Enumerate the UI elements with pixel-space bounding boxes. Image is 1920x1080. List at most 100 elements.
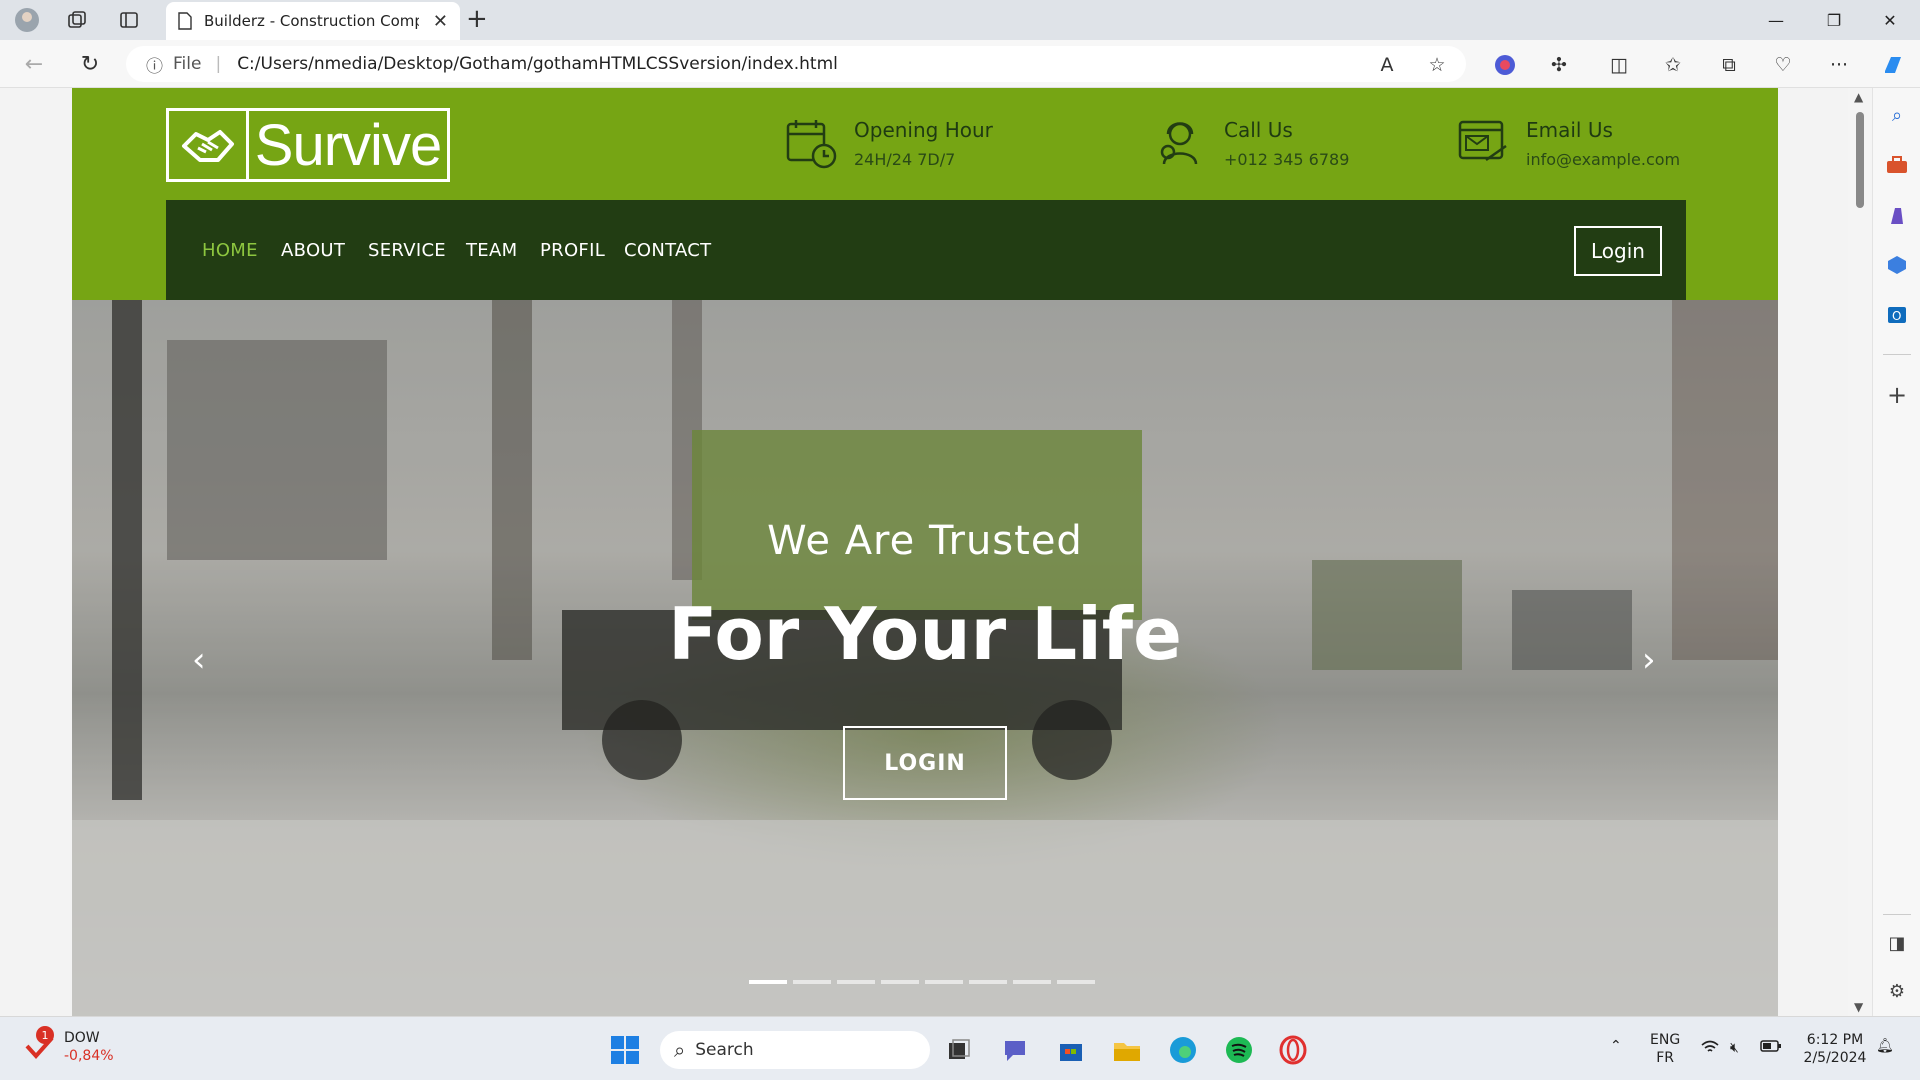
nav-contact[interactable]: CONTACT xyxy=(624,240,711,261)
close-window-icon[interactable]: ✕ xyxy=(1862,0,1918,40)
tools-icon[interactable] xyxy=(1882,150,1912,180)
scroll-thumb[interactable] xyxy=(1856,112,1864,208)
hero-login-button[interactable]: LOGIN xyxy=(843,726,1007,800)
hide-sidebar-icon[interactable]: ◨ xyxy=(1882,928,1912,958)
opera-icon[interactable] xyxy=(1276,1033,1310,1067)
back-icon[interactable]: ← xyxy=(18,48,50,80)
tab-bar: Builderz - Construction Company ✕ + — ❐ … xyxy=(0,0,1920,40)
microsoft-store-icon[interactable] xyxy=(1054,1033,1088,1067)
site-header: Survive Opening Hour 24H/24 7D/7 Call Us… xyxy=(72,88,1778,300)
spotify-icon[interactable] xyxy=(1222,1033,1256,1067)
main-nav: HOME ABOUT SERVICE TEAM PROFIL CONTACT L… xyxy=(166,200,1686,300)
stock-widget[interactable]: 1 DOW -0,84% xyxy=(24,1026,114,1065)
show-hidden-icons-icon[interactable]: ⌃ xyxy=(1610,1037,1622,1055)
call-us-block: Call Us +012 345 6789 xyxy=(1154,116,1349,170)
nav-profil[interactable]: PROFIL xyxy=(540,240,605,261)
svg-text:O: O xyxy=(1892,309,1901,323)
hero-subtitle: We Are Trusted xyxy=(767,518,1083,564)
carousel-indicators xyxy=(749,980,1101,984)
games-icon[interactable] xyxy=(1882,200,1912,230)
carousel-indicator[interactable] xyxy=(749,980,787,984)
system-clock[interactable]: 6:12 PM 2/5/2024 xyxy=(1800,1031,1870,1067)
nav-service[interactable]: SERVICE xyxy=(368,240,446,261)
extension-icon[interactable] xyxy=(1490,50,1520,80)
web-page: Survive Opening Hour 24H/24 7D/7 Call Us… xyxy=(0,88,1848,1016)
support-agent-icon xyxy=(1160,122,1198,165)
favorites-icon[interactable]: ✩ xyxy=(1658,50,1688,80)
battery-icon[interactable] xyxy=(1760,1039,1782,1058)
scroll-down-icon[interactable]: ▼ xyxy=(1854,1000,1863,1014)
carousel-indicator[interactable] xyxy=(925,980,963,984)
hero-carousel: ‹ › We Are Trusted For Your Life LOGIN xyxy=(72,300,1778,1016)
file-explorer-icon[interactable] xyxy=(1110,1033,1144,1067)
minimize-icon[interactable]: — xyxy=(1748,0,1804,40)
notification-badge: 1 xyxy=(36,1026,54,1044)
url-text: C:/Users/nmedia/Desktop/Gotham/gothamHTM… xyxy=(237,54,838,74)
info-title: Opening Hour xyxy=(854,118,993,142)
workspaces-icon[interactable] xyxy=(62,6,92,34)
address-bar-row: ← ↻ ⓘ File | C:/Users/nmedia/Desktop/Got… xyxy=(0,40,1920,88)
refresh-icon[interactable]: ↻ xyxy=(74,48,106,80)
tab-title: Builderz - Construction Company xyxy=(204,12,419,30)
site-logo[interactable]: Survive xyxy=(166,108,450,182)
vertical-tabs-icon[interactable] xyxy=(114,6,144,34)
add-sidebar-app-icon[interactable]: + xyxy=(1882,380,1912,410)
teams-chat-icon[interactable] xyxy=(998,1033,1032,1067)
address-bar[interactable]: ⓘ File | C:/Users/nmedia/Desktop/Gotham/… xyxy=(126,46,1466,82)
carousel-indicator[interactable] xyxy=(1057,980,1095,984)
carousel-indicator[interactable] xyxy=(969,980,1007,984)
site-container: Survive Opening Hour 24H/24 7D/7 Call Us… xyxy=(72,88,1778,1016)
login-button[interactable]: Login xyxy=(1574,226,1662,276)
task-view-icon[interactable] xyxy=(942,1033,976,1067)
edge-sidebar: ⌕ O + ◨ ⚙ xyxy=(1872,88,1920,1016)
collections-icon[interactable]: ⧉ xyxy=(1714,50,1744,80)
extensions-puzzle-icon[interactable]: ✣ xyxy=(1544,50,1574,80)
copilot-icon[interactable] xyxy=(1878,50,1908,80)
nav-team[interactable]: TEAM xyxy=(466,240,517,261)
settings-gear-icon[interactable]: ⚙ xyxy=(1882,976,1912,1006)
volume-muted-icon[interactable]: 🔇︎ xyxy=(1730,1039,1739,1057)
browser-essentials-icon[interactable]: ♡ xyxy=(1768,50,1798,80)
outlook-icon[interactable]: O xyxy=(1882,300,1912,330)
new-tab-icon[interactable]: + xyxy=(466,4,488,34)
stock-name: DOW xyxy=(64,1030,100,1046)
scroll-up-icon[interactable]: ▲ xyxy=(1854,90,1863,104)
search-icon[interactable]: ⌕ xyxy=(1882,100,1912,130)
page-scrollbar[interactable]: ▲ ▼ xyxy=(1848,88,1872,1016)
restore-icon[interactable]: ❐ xyxy=(1806,0,1862,40)
profile-avatar-icon[interactable] xyxy=(12,6,42,34)
carousel-indicator[interactable] xyxy=(793,980,831,984)
browser-tab[interactable]: Builderz - Construction Company ✕ xyxy=(166,2,460,40)
search-icon: ⌕ xyxy=(674,1038,686,1062)
wifi-icon[interactable] xyxy=(1700,1039,1720,1060)
hero-title: For Your Life xyxy=(668,592,1182,676)
edge-browser-icon[interactable] xyxy=(1166,1033,1200,1067)
email-window-icon xyxy=(1458,120,1507,162)
taskbar-search[interactable]: ⌕ Search xyxy=(660,1031,930,1069)
split-screen-icon[interactable]: ◫ xyxy=(1604,50,1634,80)
language-secondary: FR xyxy=(1656,1050,1674,1066)
stock-change: -0,84% xyxy=(64,1048,114,1064)
stock-chart-icon: 1 xyxy=(24,1026,54,1062)
carousel-indicator[interactable] xyxy=(1013,980,1051,984)
clock-date: 2/5/2024 xyxy=(1803,1050,1867,1066)
windows-taskbar: 1 DOW -0,84% ⌕ Search ⌃ ENG FR 🔇︎ 6:12 P… xyxy=(0,1016,1920,1080)
notifications-bell-icon[interactable]: 🔔︎ xyxy=(1876,1037,1894,1055)
microsoft-365-icon[interactable] xyxy=(1882,250,1912,280)
read-aloud-icon[interactable]: A xyxy=(1372,50,1402,80)
more-menu-icon[interactable]: ··· xyxy=(1824,50,1854,80)
url-prefix: File xyxy=(173,54,202,74)
info-icon[interactable]: ⓘ xyxy=(146,52,163,77)
close-tab-icon[interactable]: ✕ xyxy=(433,11,448,32)
windows-start-icon[interactable] xyxy=(610,1035,640,1069)
url-separator: | xyxy=(215,54,222,74)
sidebar-divider xyxy=(1883,914,1911,915)
carousel-indicator[interactable] xyxy=(837,980,875,984)
nav-home[interactable]: HOME xyxy=(202,240,258,261)
input-language-indicator[interactable]: ENG FR xyxy=(1650,1031,1680,1067)
favorite-star-icon[interactable]: ☆ xyxy=(1422,50,1452,80)
nav-about[interactable]: ABOUT xyxy=(281,240,345,261)
info-title: Email Us xyxy=(1526,118,1613,142)
carousel-indicator[interactable] xyxy=(881,980,919,984)
search-label: Search xyxy=(695,1040,754,1060)
